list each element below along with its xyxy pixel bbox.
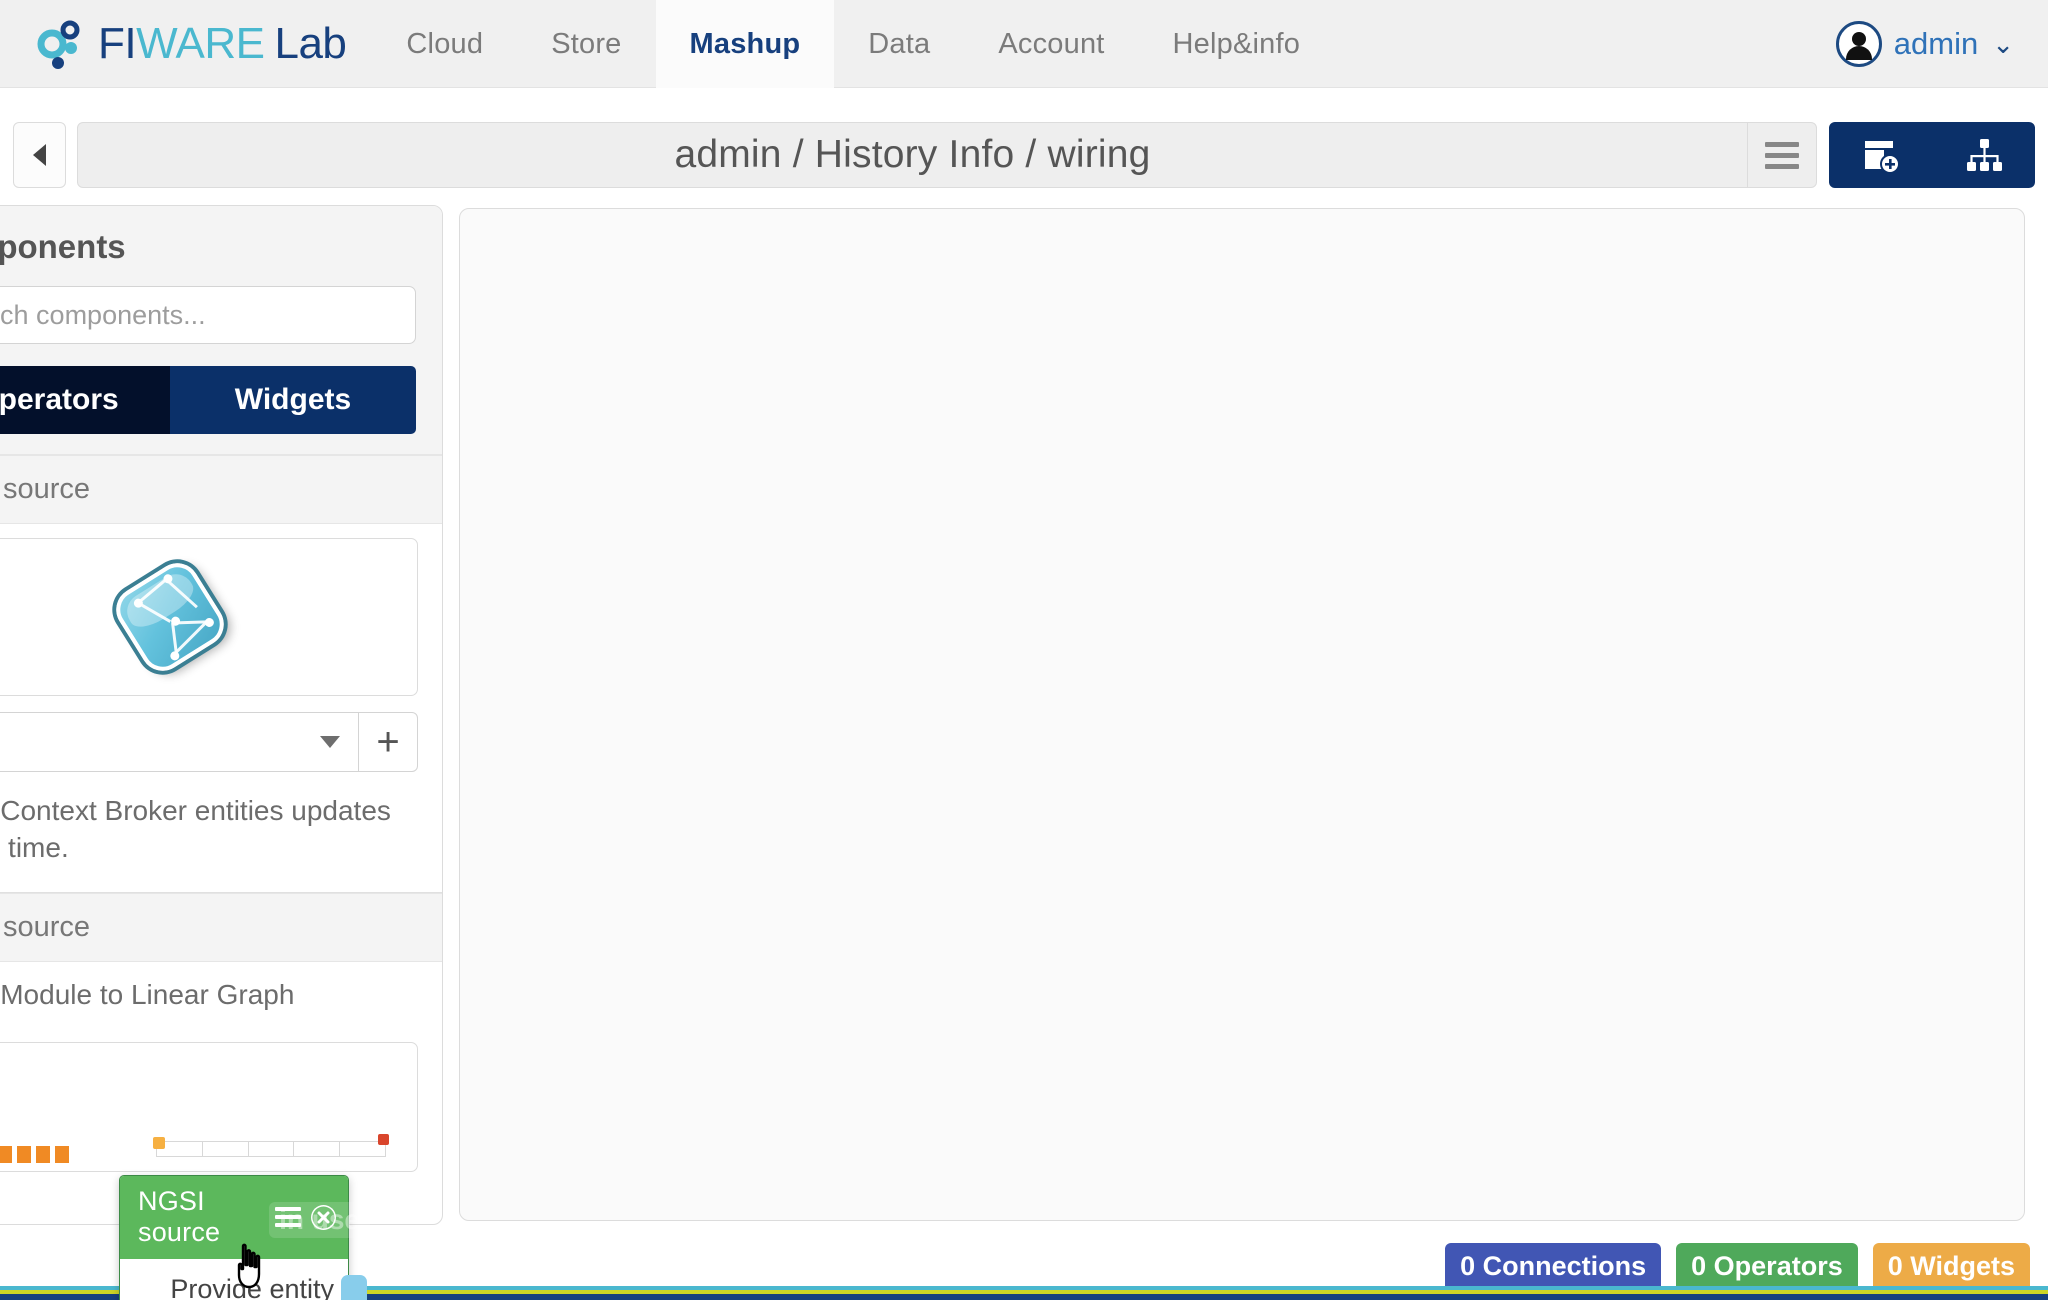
hamburger-menu-icon: [1765, 141, 1799, 169]
search-input[interactable]: [0, 299, 397, 331]
components-sidebar: Components Operators Widgets NGSI source: [0, 205, 443, 1225]
brand-lab: Lab: [274, 19, 347, 68]
tab-operators[interactable]: Operators: [0, 366, 170, 434]
page-title: admin / History Info / wiring: [674, 133, 1151, 176]
sidebar-header: Components Operators Widgets: [0, 206, 442, 455]
wiring-canvas[interactable]: [459, 208, 2025, 1221]
components-list: NGSI source: [0, 455, 442, 1182]
fiware-dots-logo: [34, 17, 88, 71]
chevron-down-icon: ⌄: [1992, 28, 2014, 59]
sidebar-title: Components: [0, 228, 126, 265]
component-title: NGSI source: [138, 1186, 221, 1247]
primary-nav: Cloud Store Mashup Data Account Help&inf…: [372, 0, 1335, 88]
status-badge-connections[interactable]: 0 Connections: [1445, 1243, 1662, 1292]
linear-graph-thumbnail-icon[interactable]: [0, 1041, 418, 1172]
output-connector-handle[interactable]: [341, 1275, 367, 1300]
workspace-title-bar[interactable]: admin / History Info / wiring: [77, 122, 1748, 188]
plus-icon: +: [376, 720, 400, 764]
version-selector-row: +: [0, 706, 442, 788]
search-field-wrapper[interactable]: [0, 286, 416, 344]
user-menu[interactable]: admin ⌄: [1835, 0, 2048, 87]
sidebar-tabs: Operators Widgets: [0, 366, 416, 434]
add-container-icon: [1864, 141, 1900, 174]
workspace-menu-button[interactable]: [1747, 122, 1817, 188]
component-preview-wrapper[interactable]: [0, 524, 442, 706]
component-header[interactable]: NGSI source in use: [120, 1176, 370, 1259]
wiring-view-button[interactable]: [1932, 122, 2035, 188]
output-endpoint-label[interactable]: Provide entity: [170, 1274, 334, 1300]
add-component-button[interactable]: +: [358, 712, 418, 772]
nav-item-mashup[interactable]: Mashup: [655, 0, 835, 88]
triangle-left-icon: [33, 144, 46, 166]
component-description: Orion Context Broker entities updates in…: [0, 788, 442, 894]
workspace-toolbar: admin / History Info / wiring: [0, 115, 2048, 195]
component-description-2: NGSI Module to Linear Graph: [0, 979, 295, 1011]
component-preview-wrapper-2[interactable]: [0, 1028, 442, 1182]
component-group-label-2: NGSI source: [0, 893, 442, 963]
brand-fi: FI: [98, 19, 137, 68]
brand-logo-link[interactable]: FIWARE Lab: [0, 0, 372, 88]
component-preview-card[interactable]: [0, 538, 418, 696]
dragged-component-ngsi-source[interactable]: NGSI source in use Provide entity: [119, 1175, 370, 1300]
status-badge-widgets[interactable]: 0 Widgets: [1872, 1243, 2030, 1292]
nav-item-cloud[interactable]: Cloud: [372, 0, 517, 88]
component-endpoints: Provide entity: [120, 1259, 367, 1300]
top-navbar: FIWARE Lab Cloud Store Mashup Data Accou…: [0, 0, 2048, 88]
user-name-label: admin: [1893, 25, 1979, 61]
add-container-button[interactable]: [1829, 122, 1932, 188]
component-group-label: NGSI source: [0, 455, 442, 524]
tab-widgets[interactable]: Widgets: [170, 366, 416, 434]
nav-item-helpinfo[interactable]: Help&info: [1139, 0, 1335, 88]
application-root: FIWARE Lab Cloud Store Mashup Data Accou…: [0, 0, 2048, 1300]
status-badge-operators[interactable]: 0 Operators: [1676, 1243, 1858, 1292]
close-circle-icon[interactable]: [311, 1204, 336, 1230]
hamburger-menu-icon[interactable]: [275, 1207, 301, 1227]
toolbar-actions: [1829, 122, 2035, 188]
brand-wordmark: FIWARE Lab: [98, 19, 347, 69]
main-area: Components Operators Widgets NGSI source: [0, 205, 2048, 1300]
user-avatar-icon: [1835, 20, 1882, 67]
ngsi-source-widget-icon: [89, 536, 252, 699]
nav-item-data[interactable]: Data: [834, 0, 964, 88]
caret-down-icon: [320, 736, 340, 748]
sitemap-icon: [1966, 139, 2002, 171]
brand-ware: WARE: [136, 19, 265, 68]
version-select[interactable]: [0, 712, 359, 772]
back-button[interactable]: [13, 122, 66, 188]
nav-item-store[interactable]: Store: [517, 0, 655, 88]
nav-item-account[interactable]: Account: [964, 0, 1138, 88]
